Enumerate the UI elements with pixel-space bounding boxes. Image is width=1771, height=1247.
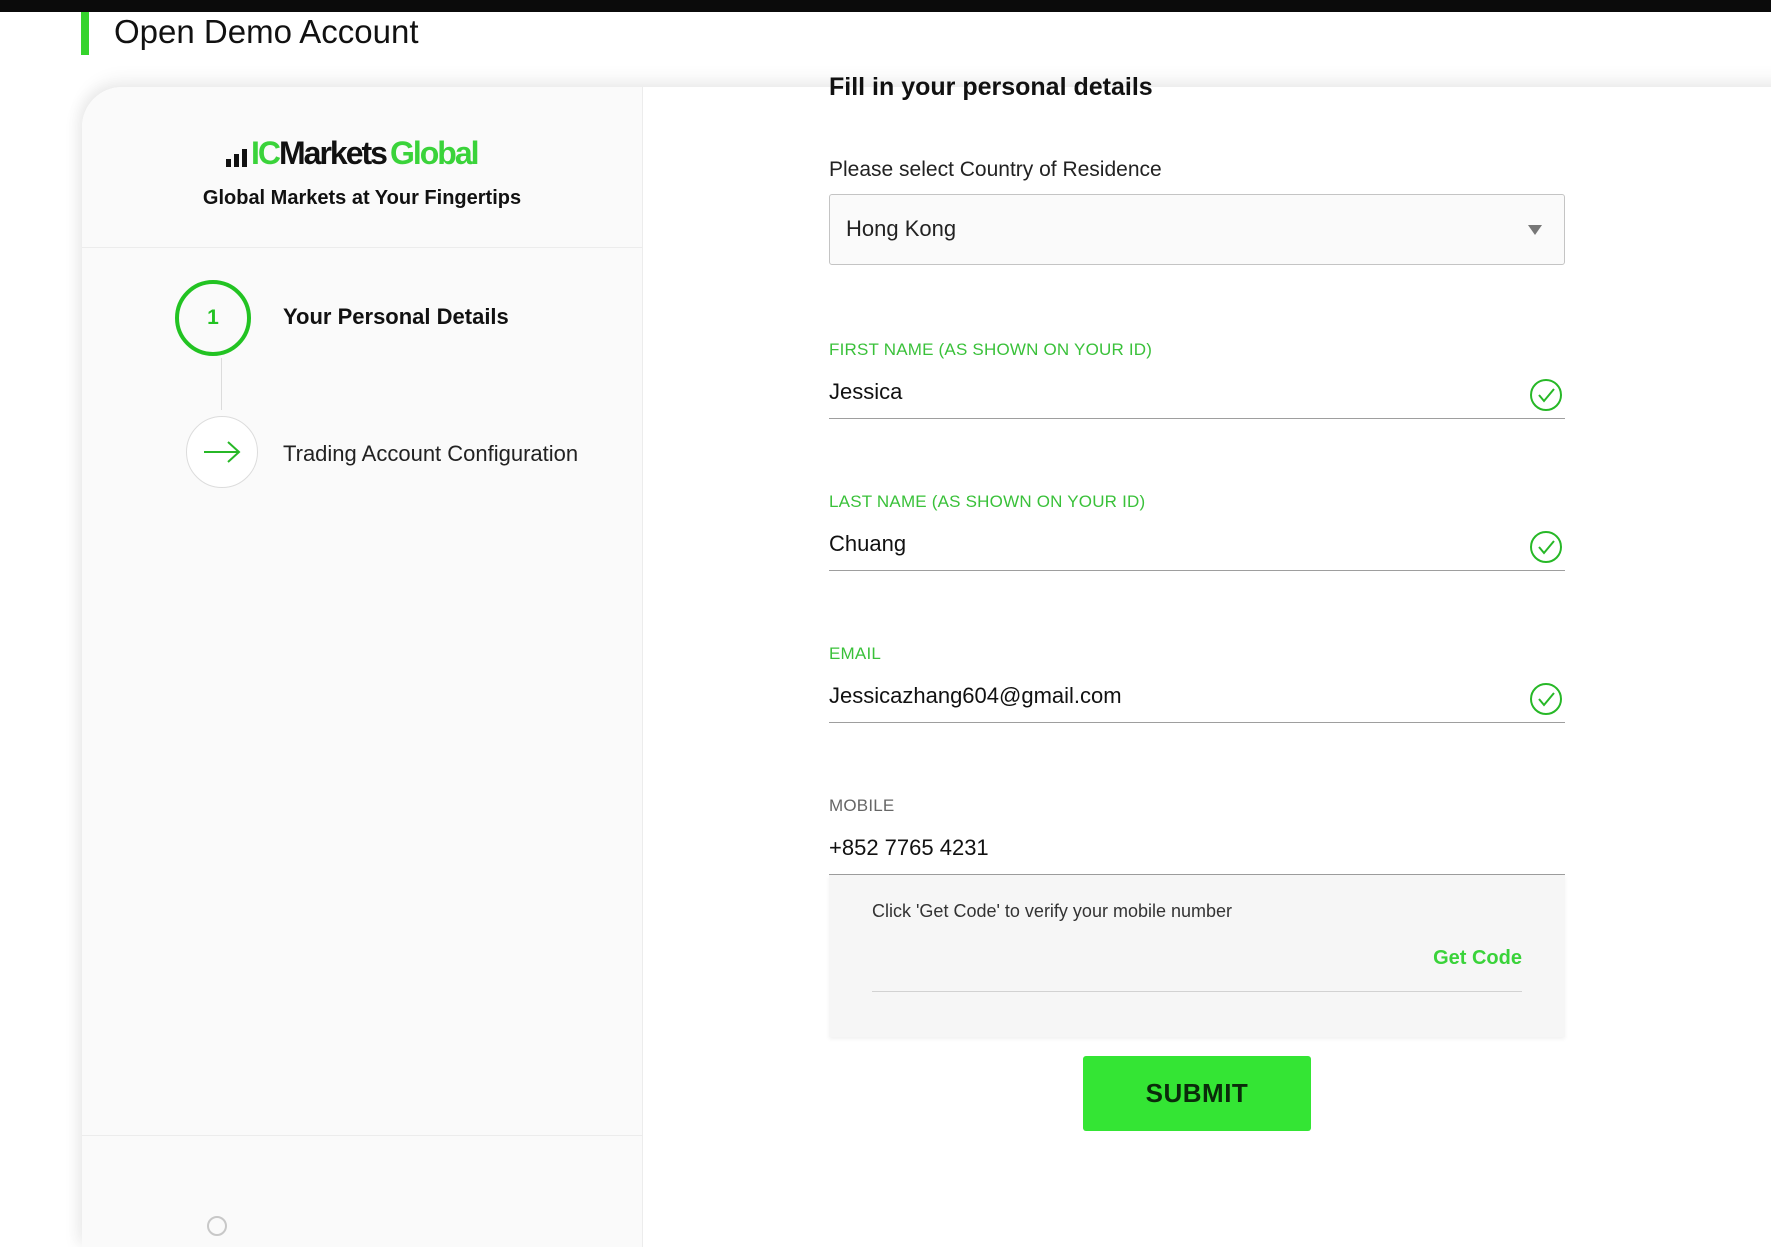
logo-markets-text: Markets [279, 135, 388, 171]
first-name-input[interactable]: Jessica [829, 379, 902, 405]
clock-icon [207, 1216, 227, 1237]
get-code-button[interactable]: Get Code [1433, 947, 1522, 970]
check-circle-icon [1530, 683, 1562, 715]
check-circle-icon [1530, 379, 1562, 411]
step-1-indicator: 1 [175, 280, 251, 356]
verify-code-underline [872, 991, 1522, 992]
last-name-input[interactable]: Chuang [829, 531, 906, 557]
brand-tagline: Global Markets at Your Fingertips [202, 187, 522, 209]
verify-instructions: Click 'Get Code' to verify your mobile n… [872, 901, 1233, 921]
check-circle-icon [1530, 531, 1562, 563]
mobile-field[interactable]: MOBILE +852 7765 4231 [829, 756, 1565, 875]
step-2-label[interactable]: Trading Account Configuration [283, 441, 578, 467]
first-name-label: FIRST NAME (AS SHOWN ON YOUR ID) [829, 340, 1153, 359]
form-heading: Fill in your personal details [829, 73, 1153, 101]
logo-ic-text: IC [251, 135, 281, 171]
step-1-label[interactable]: Your Personal Details [283, 304, 509, 330]
logo-bars-icon [226, 149, 247, 173]
step-2-indicator [186, 416, 258, 488]
top-bar [0, 0, 1771, 12]
brand-header: IC Markets Global Global Markets at Your… [82, 87, 642, 248]
chevron-down-icon[interactable] [1528, 225, 1542, 235]
country-select[interactable]: Hong Kong [829, 194, 1565, 265]
country-select-value: Hong Kong [846, 216, 957, 241]
ic-markets-logo: IC Markets Global [226, 133, 480, 173]
arrow-right-icon [204, 441, 241, 463]
sidebar: IC Markets Global Global Markets at Your… [82, 87, 643, 1247]
email-label: EMAIL [829, 644, 882, 663]
last-name-field[interactable]: LAST NAME (AS SHOWN ON YOUR ID) Chuang [829, 452, 1565, 571]
last-name-label: LAST NAME (AS SHOWN ON YOUR ID) [829, 492, 1146, 511]
sidebar-footer-divider [82, 1135, 642, 1136]
submit-button[interactable]: SUBMIT [1083, 1056, 1311, 1131]
country-label: Please select Country of Residence [829, 158, 1162, 181]
mobile-input[interactable]: +852 7765 4231 [829, 835, 989, 861]
logo-global-text: Global [389, 135, 480, 171]
email-input[interactable]: Jessicazhang604@gmail.com [829, 683, 1122, 709]
page-title: Open Demo Account [114, 13, 419, 50]
first-name-field[interactable]: FIRST NAME (AS SHOWN ON YOUR ID) Jessica [829, 300, 1565, 419]
email-field[interactable]: EMAIL Jessicazhang604@gmail.com [829, 604, 1565, 723]
mobile-verify-panel: Click 'Get Code' to verify your mobile n… [829, 875, 1565, 1037]
step-connector [221, 358, 222, 410]
mobile-label: MOBILE [829, 796, 895, 815]
title-accent-bar [81, 12, 89, 55]
